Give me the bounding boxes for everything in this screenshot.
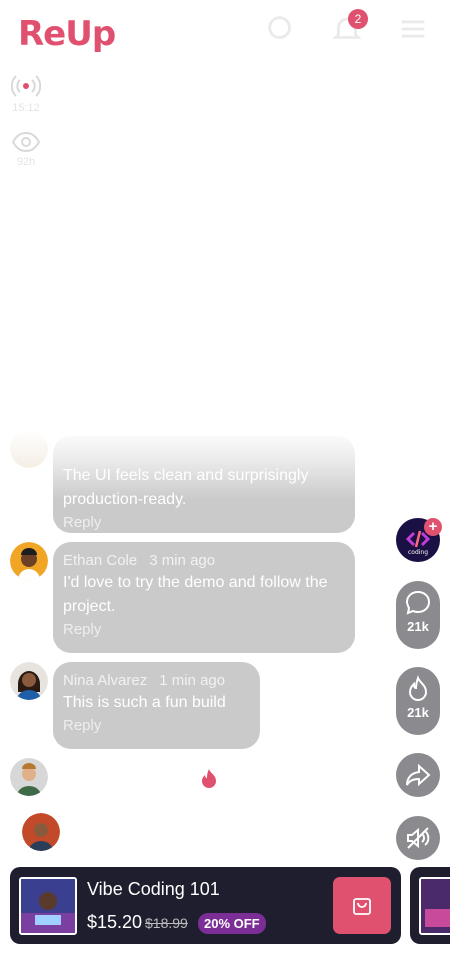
comments-count: 21k [407, 619, 429, 634]
comment-text: This is such a fun build [63, 694, 226, 711]
mute-button[interactable] [396, 816, 440, 860]
product-card[interactable] [410, 867, 450, 944]
comment-meta: Ethan Cole 3 min ago [63, 552, 343, 569]
live-broadcast-icon [11, 75, 41, 97]
reply-button[interactable]: Reply [63, 717, 248, 734]
comment-time: 3 min ago [149, 552, 216, 569]
comment-bubble: Nina Alvarez 1 min ago This is such a fun… [53, 662, 260, 749]
product-name: Vibe Coding 101 [87, 879, 220, 899]
comment-meta: Nina Alvarez 1 min ago [63, 672, 248, 689]
product-thumbnail [19, 877, 77, 935]
comment-bubble: The UI feels clean and surprisingly prod… [53, 436, 355, 533]
reply-button[interactable]: Reply [63, 514, 343, 531]
comment-bubble: Ethan Cole 3 min ago I'd love to try the … [53, 542, 355, 653]
comments-button[interactable]: 21k [396, 581, 440, 649]
menu-icon[interactable] [396, 12, 430, 46]
share-button[interactable] [396, 753, 440, 797]
avatar[interactable] [10, 662, 48, 700]
app-logo: ReUp [18, 14, 116, 54]
reply-button[interactable]: Reply [63, 621, 343, 638]
viewer-count: 92h [10, 130, 42, 168]
speaker-off-icon [407, 827, 430, 849]
shopping-bag-icon [353, 897, 371, 915]
likes-count: 21k [407, 705, 429, 720]
viewer-avatar[interactable] [10, 758, 48, 796]
avatar[interactable] [10, 430, 48, 468]
product-price: $15.20 [87, 912, 143, 932]
comment-author[interactable]: Ethan Cole [63, 552, 137, 569]
discount-badge: 20% OFF [198, 913, 266, 934]
top-icon-bar [264, 12, 430, 46]
share-arrow-icon [406, 763, 431, 787]
flame-icon [408, 675, 428, 701]
comment-text: The UI feels clean and surprisingly prod… [63, 467, 309, 508]
viewer-avatar[interactable] [22, 813, 60, 851]
chat-bubble-icon [405, 590, 431, 615]
comment-time: 1 min ago [159, 672, 226, 689]
comment-author[interactable]: Nina Alvarez [63, 672, 147, 689]
flame-icon [200, 768, 218, 793]
product-card[interactable]: Vibe Coding 101 $15.20 $18.99 20% OFF [10, 867, 401, 944]
live-duration-label: 15:12 [12, 102, 40, 114]
search-icon[interactable] [264, 12, 298, 46]
follow-button[interactable]: + [424, 518, 442, 536]
add-to-cart-button[interactable] [333, 877, 391, 934]
viewer-count-label: 92h [16, 156, 36, 168]
like-button[interactable]: 21k [396, 667, 440, 735]
eye-icon [11, 131, 41, 153]
notification-badge: 2 [348, 9, 368, 29]
product-thumbnail [419, 877, 450, 935]
comment-text: I'd love to try the demo and follow the … [63, 574, 328, 615]
avatar[interactable] [10, 542, 48, 580]
channel-logo-text: coding [408, 549, 428, 556]
product-original-price: $18.99 [145, 915, 188, 931]
live-duration: 15:12 [10, 72, 42, 114]
